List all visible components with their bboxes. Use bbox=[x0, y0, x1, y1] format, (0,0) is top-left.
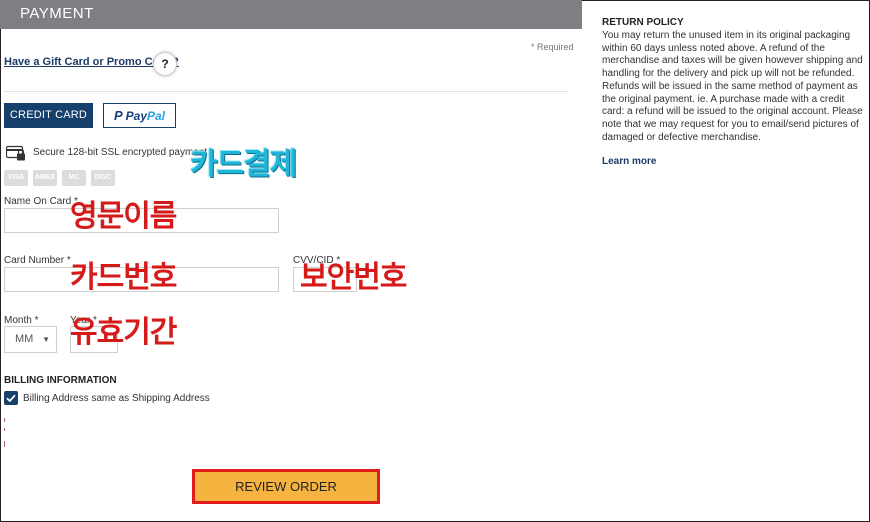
billing-same-label: Billing Address same as Shipping Address bbox=[23, 393, 210, 404]
checkmark-icon bbox=[6, 394, 16, 403]
discover-logo: DISC bbox=[91, 170, 115, 186]
credit-card-button[interactable]: CREDIT CARD bbox=[4, 103, 93, 128]
question-icon[interactable]: ? bbox=[153, 52, 177, 76]
amex-logo: AMEX bbox=[33, 170, 57, 186]
paypal-button[interactable]: P PayPal bbox=[103, 103, 176, 128]
annotation-english-name: 영문이름 bbox=[70, 199, 177, 234]
annotation-security-code: 보안번호 bbox=[300, 260, 407, 295]
mastercard-logo: MC bbox=[62, 170, 86, 186]
billing-information-title: BILLING INFORMATION bbox=[4, 375, 117, 386]
billing-same-checkbox[interactable] bbox=[4, 391, 18, 405]
divider bbox=[4, 91, 568, 92]
visa-logo: VISA bbox=[4, 170, 28, 186]
text-cursor-mark bbox=[4, 428, 5, 431]
secure-payment-text: Secure 128-bit SSL encrypted payment bbox=[33, 147, 208, 158]
paypal-logo-icon: P bbox=[113, 108, 123, 123]
paypal-wordmark: PayPal bbox=[126, 109, 165, 123]
paypal-pay-text: Pay bbox=[125, 108, 147, 123]
chevron-down-icon: ▼ bbox=[42, 335, 50, 344]
required-note: * Required bbox=[531, 42, 574, 52]
annotation-expiry: 유효기간 bbox=[70, 315, 177, 350]
text-cursor-mark bbox=[4, 441, 5, 447]
month-select[interactable]: MM ▼ bbox=[4, 326, 57, 353]
return-policy-title: RETURN POLICY bbox=[602, 17, 684, 28]
card-number-label: Card Number * bbox=[4, 255, 71, 266]
paypal-pal-text: Pal bbox=[147, 108, 166, 123]
payment-section-header: PAYMENT bbox=[0, 0, 582, 29]
annotation-card-number: 카드번호 bbox=[70, 260, 177, 295]
return-policy-text: You may return the unused item in its or… bbox=[602, 30, 863, 143]
review-order-button[interactable]: REVIEW ORDER bbox=[192, 469, 380, 504]
lock-card-icon bbox=[6, 145, 25, 161]
text-cursor-mark bbox=[4, 418, 5, 422]
learn-more-link[interactable]: Learn more bbox=[602, 156, 656, 167]
month-label: Month * bbox=[4, 315, 39, 326]
annotation-card-payment: 카드결제 bbox=[190, 147, 297, 182]
name-on-card-label: Name On Card * bbox=[4, 196, 78, 207]
